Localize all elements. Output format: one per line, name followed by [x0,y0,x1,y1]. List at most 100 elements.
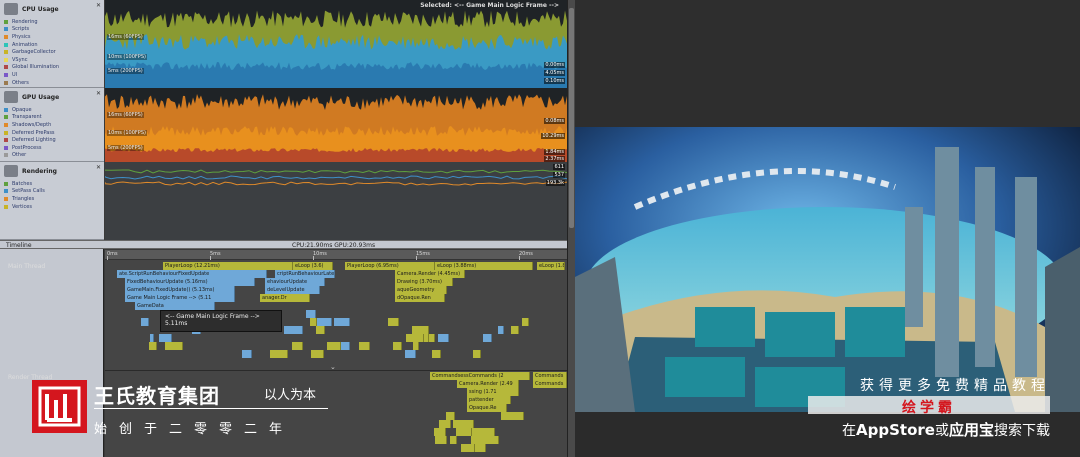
timeline-sample-block[interactable]: Game Main Logic Frame --> (5.11 [125,294,235,302]
render-thread-block[interactable] [435,436,447,444]
close-icon[interactable]: ✕ [96,164,101,171]
timeline-sample-block[interactable]: criptRunBehaviourLate [275,270,335,278]
timeline-sample-block[interactable]: deLevelUpdate [265,286,320,294]
timeline-sample-block[interactable] [498,326,504,334]
timeline-sample-block[interactable] [306,310,316,318]
render-thread-block[interactable]: CommandsessCommands (2 [430,372,530,380]
timeline-sample-block[interactable] [316,326,325,334]
timeline-sample-block[interactable]: PlayerLoop (6.95ms) [345,262,435,270]
timeline-sample-block[interactable] [432,350,441,358]
render-thread-block[interactable] [465,444,475,452]
timeline-sample-block[interactable] [292,342,303,350]
timeline-sample-block[interactable]: PlayerLoop (12.21ms) [163,262,293,270]
legend-item[interactable]: VSync [0,56,104,64]
legend-item[interactable]: Deferred Lighting [0,136,104,144]
rendering-graph[interactable]: 611 537 193.3k [105,162,567,240]
legend-item[interactable]: Physics [0,33,104,41]
legend-item[interactable]: PostProcess [0,144,104,152]
legend-item[interactable]: Rendering [0,18,104,26]
render-thread-block[interactable] [453,420,474,428]
timeline-sample-block[interactable] [522,318,529,326]
render-thread-block[interactable] [434,428,446,436]
gpu-usage-graph[interactable]: 16ms (60FPS) 10ms (100FPS) 5ms (200FPS) … [105,88,567,162]
legend-item[interactable]: Others [0,79,104,87]
timeline-sample-block[interactable] [406,334,424,342]
timeline-sample-block[interactable]: Camera.Render (4.45ms) [395,270,465,278]
render-thread-block[interactable]: Opaque.Re [467,404,507,412]
legend-item[interactable]: Other [0,152,104,160]
timeline-sample-block[interactable] [473,350,481,358]
close-icon[interactable]: ✕ [96,90,101,97]
timeline-sample-block[interactable] [141,318,149,326]
render-thread-block[interactable]: Commands [533,372,567,380]
render-thread-block[interactable] [470,428,495,436]
legend-item[interactable]: Triangles [0,195,104,203]
timeline-sample-block[interactable] [405,350,416,358]
timeline-sample-block[interactable]: dOpaque.Ren [395,294,445,302]
render-thread-block[interactable]: ssing (1.71 [467,388,519,396]
cpu-usage-module[interactable]: CPU Usage ✕ Rendering Scripts Physics Anima… [0,0,104,88]
cpu-usage-graph[interactable]: Selected: <-- Game Main Logic Frame --> … [105,0,567,88]
timeline-sample-block[interactable] [311,350,324,358]
chevron-down-icon[interactable]: ⌄ [330,363,336,371]
vertical-scrollbar[interactable] [567,0,575,457]
legend-item[interactable]: Deferred PrePass [0,129,104,137]
legend-item[interactable]: SetPass Calls [0,188,104,196]
render-thread-block[interactable] [446,412,455,420]
legend-item[interactable]: Batches [0,180,104,188]
timeline-sample-block[interactable] [150,334,154,342]
gpu-usage-module[interactable]: GPU Usage ✕ Opaque Transparent Shadows/Dep… [0,88,104,162]
timeline-sample-block[interactable]: eLoop (3.88ms) [435,262,533,270]
timeline-sample-block[interactable] [270,350,288,358]
render-thread-block[interactable] [439,420,451,428]
timeline-sample-block[interactable] [334,318,350,326]
legend-item[interactable]: Scripts [0,26,104,34]
scrollbar-thumb[interactable] [569,8,574,228]
legend-item[interactable]: Vertices [0,203,104,211]
timeline-sample-block[interactable]: GameMain.FixedUpdate() (5.13ms) [125,286,235,294]
timeline-sample-block[interactable] [165,342,183,350]
timeline-sample-block[interactable] [327,342,341,350]
close-icon[interactable]: ✕ [96,2,101,9]
legend-item[interactable]: Global Illumination [0,64,104,72]
timeline-sample-block[interactable]: aqueGeometry [395,286,447,294]
timeline-sample-block[interactable] [149,342,157,350]
render-thread-block[interactable]: pattender [467,396,511,404]
render-thread-block[interactable] [483,436,499,444]
timeline-sample-block[interactable] [284,326,303,334]
timeline-sample-block[interactable] [413,326,429,334]
timeline-sample-block[interactable]: eLoop (1.84ms) [537,262,565,270]
timeline-view-dropdown[interactable]: Timeline [6,242,32,249]
timeline-sample-block[interactable] [310,318,317,326]
timeline-sample-block[interactable] [438,334,449,342]
timeline-sample-block[interactable]: FixedBehaviourUpdate (5.16ms) [125,278,255,286]
legend-item[interactable]: Animation [0,41,104,49]
legend-item[interactable]: Shadows/Depth [0,121,104,129]
timeline-sample-block[interactable]: eLoop (3.6) [293,262,333,270]
cpu-usage-header[interactable]: CPU Usage [0,0,104,18]
timeline-sample-block[interactable]: GameData [135,302,215,310]
timeline-sample-block[interactable]: ehaviourUpdate [265,278,325,286]
timeline-sample-block[interactable] [413,342,419,350]
timeline-sample-block[interactable] [428,334,435,342]
timeline-sample-block[interactable] [511,326,519,334]
rendering-module[interactable]: Rendering ✕ Batches SetPass Calls Triangle… [0,162,104,240]
render-thread-block[interactable] [450,436,457,444]
render-thread-block[interactable]: Camera.Render (2.49 [457,380,519,388]
gpu-usage-header[interactable]: GPU Usage [0,88,104,106]
rendering-header[interactable]: Rendering [0,162,104,180]
timeline-sample-block[interactable] [483,334,492,342]
timeline-sample-block[interactable] [393,342,402,350]
timeline-sample-block[interactable] [388,318,399,326]
timeline-sample-block[interactable] [359,342,370,350]
timeline-sample-block[interactable]: ate.ScriptRunBehaviourFixedUpdate [117,270,267,278]
timeline-sample-block[interactable]: Drawing (3.70ms) [395,278,453,286]
render-thread-block[interactable] [501,412,524,420]
timeline-sample-block[interactable]: anager.Dr [260,294,310,302]
render-thread-block[interactable]: Commands [533,380,567,388]
legend-item[interactable]: Opaque [0,106,104,114]
legend-item[interactable]: Transparent [0,114,104,122]
legend-item[interactable]: UI [0,71,104,79]
render-thread-block[interactable] [456,428,472,436]
legend-item[interactable]: GarbageCollector [0,48,104,56]
